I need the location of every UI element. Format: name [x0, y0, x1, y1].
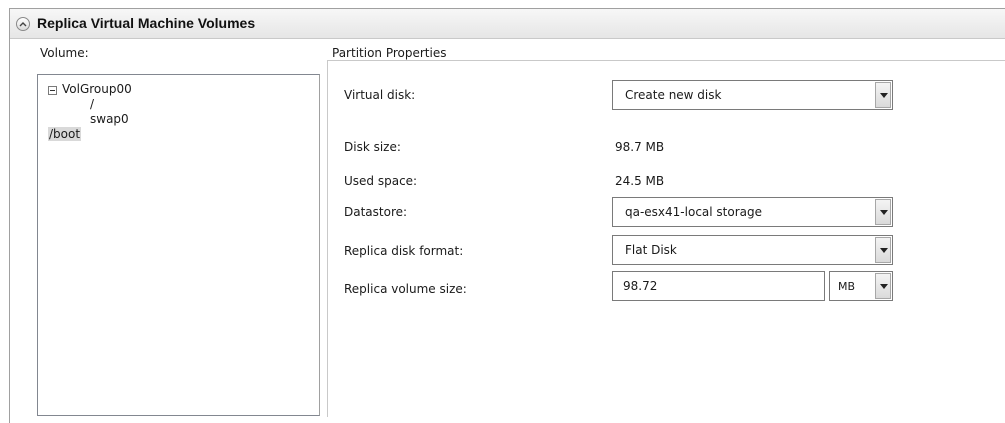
tree-item-boot[interactable]: /boot: [48, 127, 82, 141]
section-title: Replica Virtual Machine Volumes: [37, 15, 256, 31]
used-space-label: Used space:: [344, 174, 418, 188]
chevron-up-icon: [19, 22, 27, 27]
partition-properties-legend: Partition Properties: [330, 46, 452, 60]
tree-item-root[interactable]: /: [90, 97, 94, 111]
chevron-down-icon[interactable]: [875, 82, 891, 108]
datastore-value: qa-esx41-local storage: [625, 205, 762, 219]
volume-label: Volume:: [40, 46, 89, 60]
section-header[interactable]: Replica Virtual Machine Volumes: [10, 9, 1005, 39]
datastore-label: Datastore:: [344, 205, 408, 219]
disk-format-label: Replica disk format:: [344, 244, 464, 258]
disk-size-label: Disk size:: [344, 140, 401, 154]
chevron-down-icon[interactable]: [875, 199, 891, 225]
virtual-disk-value: Create new disk: [625, 88, 722, 102]
disk-size-value: 98.7 MB: [615, 140, 665, 154]
chevron-down-icon[interactable]: [875, 273, 891, 299]
collapse-button[interactable]: [16, 17, 30, 31]
volume-tree[interactable]: VolGroup00 / swap0 /boot: [37, 74, 320, 416]
disk-format-select[interactable]: Flat Disk: [612, 235, 893, 265]
volume-size-input[interactable]: [612, 271, 825, 301]
tree-collapse-icon[interactable]: [48, 86, 57, 95]
volume-size-unit-select[interactable]: MB: [829, 271, 893, 301]
volume-size-label: Replica volume size:: [344, 282, 467, 296]
virtual-disk-label: Virtual disk:: [344, 88, 416, 102]
disk-format-value: Flat Disk: [625, 243, 677, 257]
chevron-down-icon[interactable]: [875, 237, 891, 263]
datastore-select[interactable]: qa-esx41-local storage: [612, 197, 893, 227]
virtual-disk-select[interactable]: Create new disk: [612, 80, 893, 110]
tree-item-volgroup[interactable]: VolGroup00: [62, 82, 132, 96]
used-space-value: 24.5 MB: [615, 174, 665, 188]
volume-size-unit-value: MB: [838, 280, 856, 293]
tree-item-swap[interactable]: swap0: [90, 112, 129, 126]
